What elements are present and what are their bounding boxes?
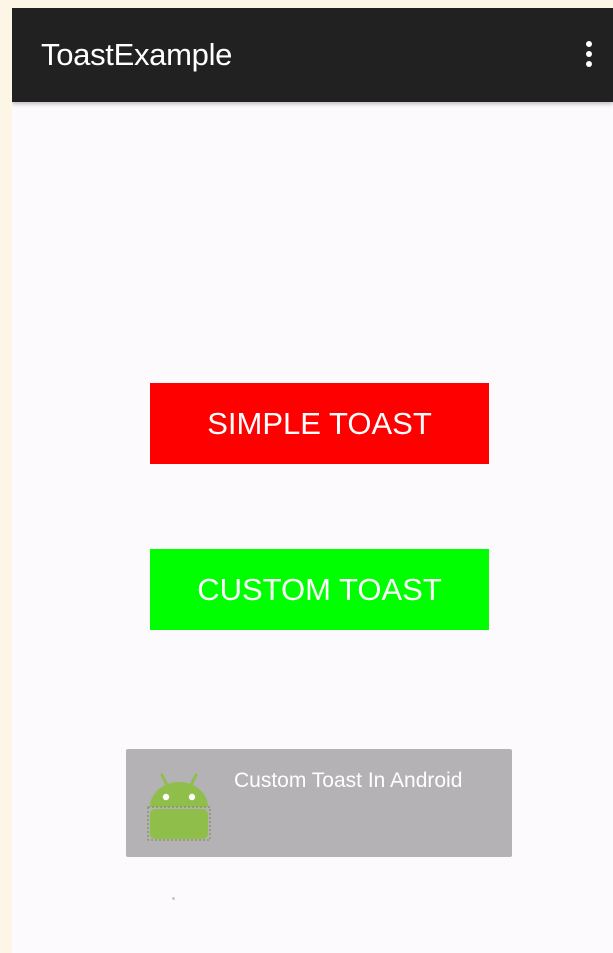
app-title: ToastExample: [41, 37, 233, 72]
android-robot-icon: [147, 773, 211, 841]
status-strip: [12, 0, 613, 8]
toast-message: Custom Toast In Android: [234, 769, 463, 792]
custom-toast-button[interactable]: CUSTOM TOAST: [150, 549, 489, 630]
more-vert-icon[interactable]: [577, 36, 601, 76]
simple-toast-button[interactable]: SIMPLE TOAST: [150, 383, 489, 464]
action-bar: ToastExample: [12, 8, 613, 102]
app-screen: ToastExample SIMPLE TOAST CUSTOM TOAST C…: [12, 8, 613, 953]
screen-speck: [172, 897, 175, 900]
custom-toast: Custom Toast In Android: [126, 749, 512, 857]
